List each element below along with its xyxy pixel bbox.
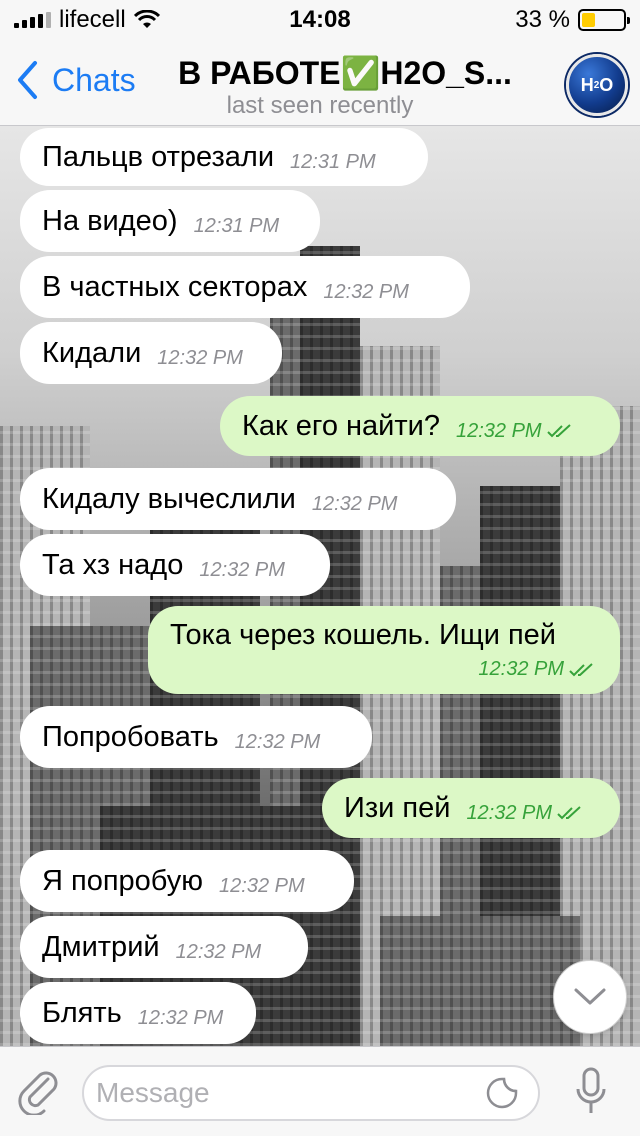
message-input[interactable] (82, 1065, 540, 1121)
message-bubble-outgoing[interactable]: Изи пей 12:32 PM (322, 778, 620, 838)
chat-status: last seen recently (226, 92, 414, 119)
double-check-icon (569, 662, 593, 677)
message-bubble-incoming[interactable]: Кидалу вычеслили 12:32 PM (20, 468, 456, 530)
signal-strength-icon (14, 12, 51, 28)
message-time: 12:32 PM (323, 280, 409, 303)
message-text: Дмитрий (42, 930, 160, 963)
avatar-suffix: O (599, 74, 614, 95)
double-check-icon (557, 806, 581, 820)
message-composer (0, 1046, 640, 1136)
avatar-text: H (580, 74, 594, 95)
wifi-icon (133, 10, 160, 28)
message-bubble-incoming[interactable]: На видео) 12:31 PM (20, 190, 320, 252)
battery-percentage: 33 % (515, 6, 570, 33)
message-time-text: 12:32 PM (478, 658, 564, 680)
sticker-icon[interactable] (486, 1077, 518, 1109)
message-bubble-incoming[interactable]: Кидали 12:32 PM (20, 322, 282, 384)
double-check-icon (546, 424, 571, 438)
message-bubble-incoming[interactable]: Та хз надо 12:32 PM (20, 534, 330, 596)
message-text: Изи пей (344, 791, 451, 824)
battery-icon (578, 9, 630, 31)
message-text: Блять (42, 996, 122, 1029)
message-time: 12:32 PM (219, 874, 305, 897)
message-time: 12:32 PM (199, 558, 285, 581)
message-text: Я попробую (42, 864, 204, 897)
message-bubble-incoming[interactable]: Попробовать 12:32 PM (20, 706, 372, 768)
back-button[interactable]: Chats (16, 60, 136, 100)
microphone-icon[interactable] (574, 1067, 608, 1117)
avatar[interactable]: H2O (566, 54, 628, 116)
message-bubble-incoming[interactable]: Блять 12:32 PM (20, 982, 256, 1044)
message-time: 12:32 PM (157, 346, 243, 369)
message-text: Пальцв отрезали (42, 140, 275, 173)
chevron-down-icon (574, 988, 606, 1005)
message-text: В частных секторах (42, 270, 308, 303)
message-bubble-incoming[interactable]: Пальцв отрезали 12:31 PM (20, 128, 428, 186)
message-text: Кидалу вычеслили (42, 482, 296, 515)
message-list[interactable]: Пальцв отрезали 12:31 PM На видео) 12:31… (0, 126, 640, 1046)
message-bubble-outgoing[interactable]: Как его найти? 12:32 PM (220, 396, 620, 456)
message-time: 12:32 PM (137, 1006, 224, 1029)
message-text: На видео) (42, 204, 178, 237)
message-time: 12:32 PM (175, 940, 262, 963)
message-text: Попробовать (42, 720, 219, 753)
chat-header: Chats В РАБОТЕ✅H2O_S... last seen recent… (0, 40, 640, 126)
message-text: Тока через кошель. Ищи пей (170, 619, 557, 651)
message-time-text: 12:32 PM (466, 801, 553, 824)
message-bubble-incoming[interactable]: Дмитрий 12:32 PM (20, 916, 308, 978)
message-time-text: 12:32 PM (455, 419, 542, 442)
status-bar: lifecell 14:08 33 % (0, 0, 640, 40)
scroll-to-bottom-button[interactable] (553, 960, 627, 1034)
chevron-left-icon (18, 61, 37, 99)
chat-title[interactable]: В РАБОТЕ✅H2O_S... (160, 54, 530, 92)
carrier-name: lifecell (59, 6, 126, 33)
message-time: 12:32 PM (234, 730, 321, 753)
message-time: 12:32 PM (466, 802, 586, 825)
message-text: Кидали (42, 336, 142, 369)
message-time: 12:32 PM (478, 658, 598, 681)
message-bubble-outgoing[interactable]: Тока через кошель. Ищи пей 12:32 PM (148, 606, 620, 694)
message-time: 12:32 PM (311, 492, 398, 515)
back-label: Chats (52, 61, 136, 98)
message-bubble-incoming[interactable]: Я попробую 12:32 PM (20, 850, 354, 912)
message-text: Как его найти? (242, 409, 440, 442)
message-time: 12:31 PM (290, 150, 376, 173)
paperclip-icon[interactable] (18, 1069, 62, 1115)
message-text: Та хз надо (42, 548, 184, 581)
message-bubble-incoming[interactable]: В частных секторах 12:32 PM (20, 256, 470, 318)
message-time: 12:32 PM (456, 420, 576, 443)
message-time: 12:31 PM (193, 214, 280, 237)
